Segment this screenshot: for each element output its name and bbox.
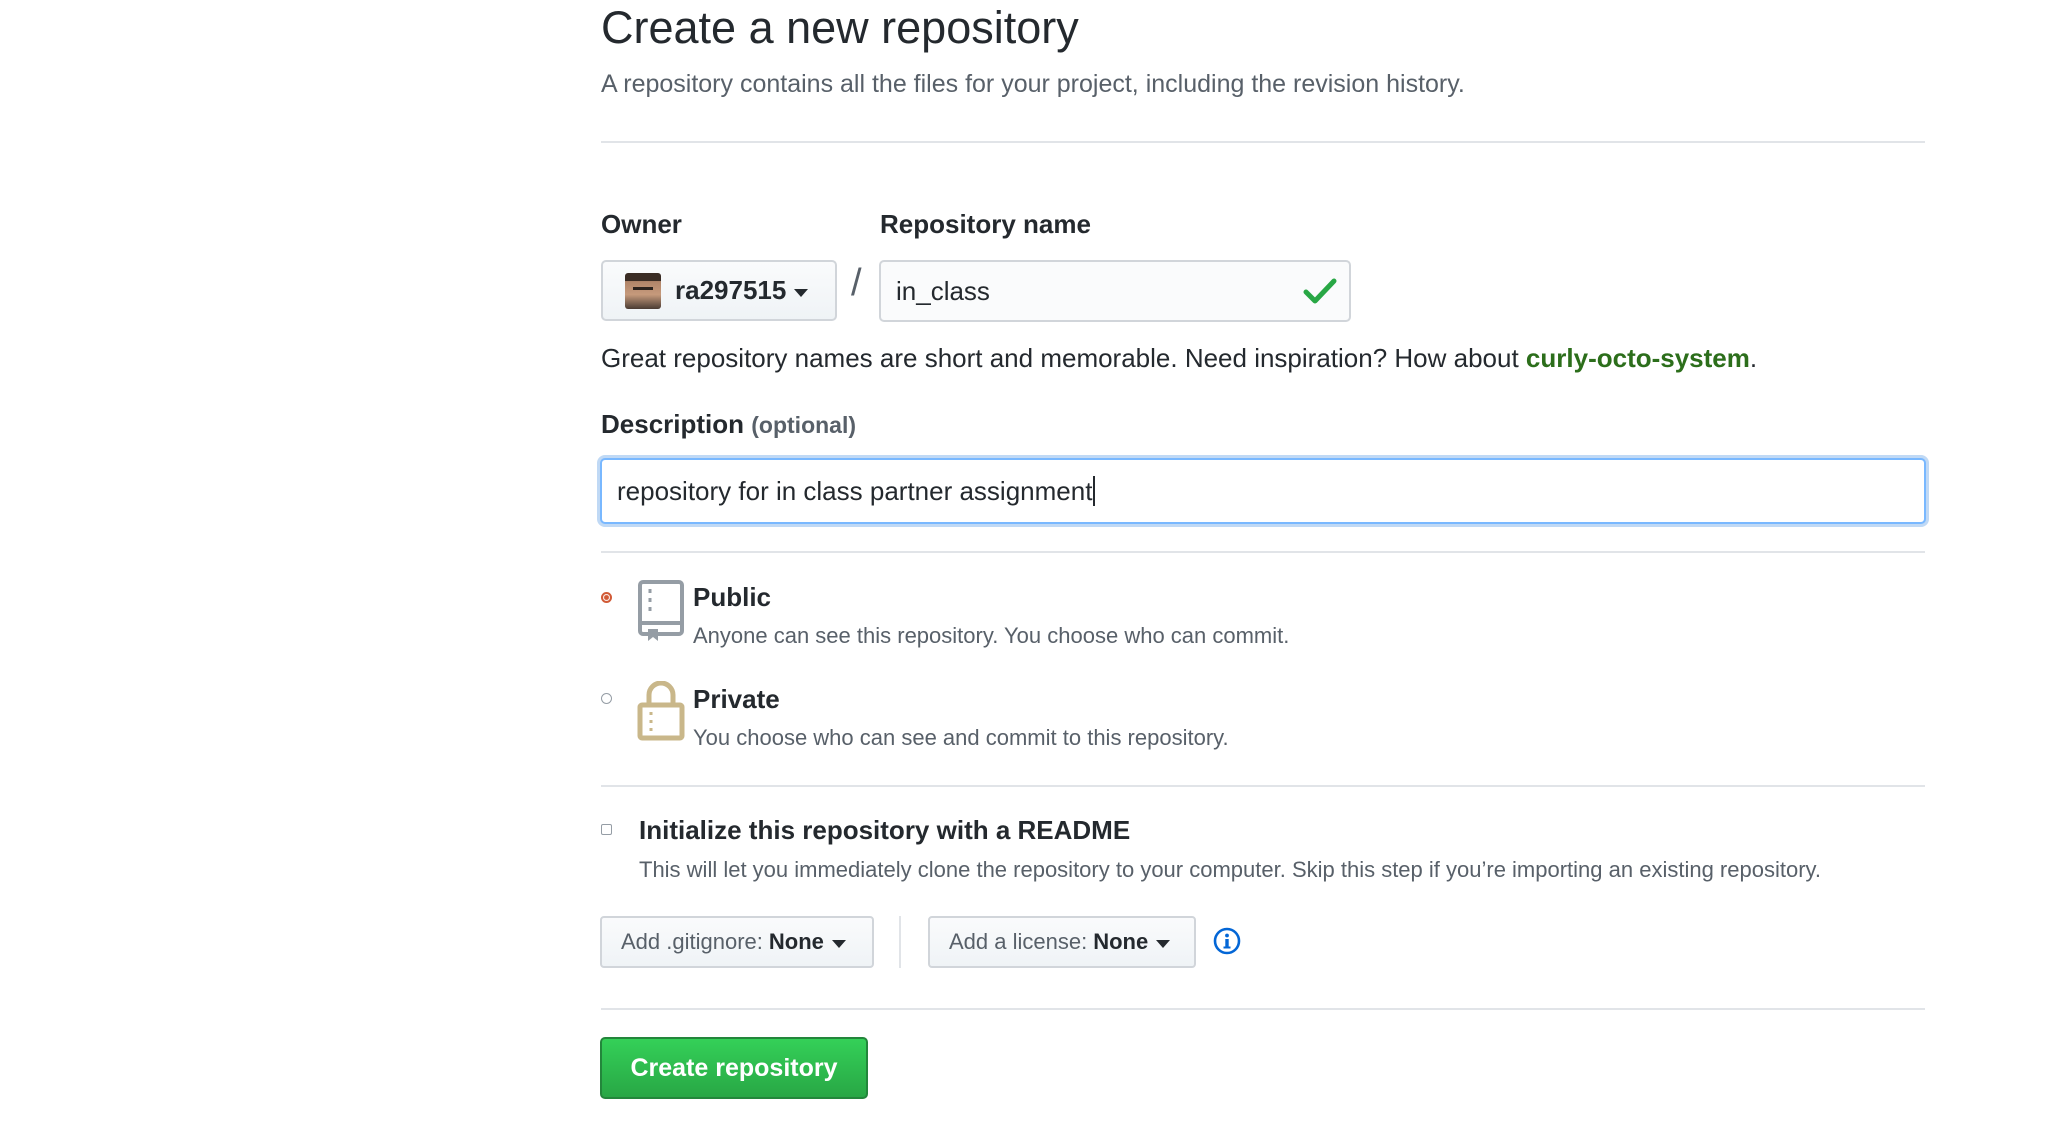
owner-name: ra297515 — [675, 275, 787, 305]
description-value: repository for in class partner assignme… — [617, 475, 1093, 506]
chevron-down-icon — [831, 940, 846, 948]
readme-checkbox[interactable] — [601, 824, 612, 835]
page-subtitle: A repository contains all the files for … — [601, 70, 1465, 98]
description-input[interactable]: repository for in class partner assignme… — [600, 458, 1926, 524]
divider — [601, 551, 1925, 553]
create-repository-button[interactable]: Create repository — [600, 1037, 868, 1099]
description-label: Description (optional) — [601, 409, 856, 440]
license-prefix: Add a license: — [949, 929, 1088, 954]
text-cursor — [1093, 476, 1096, 506]
divider — [601, 141, 1925, 143]
owner-repo-separator: / — [851, 262, 862, 304]
repository-name-input[interactable]: in_class — [879, 260, 1351, 322]
avatar — [625, 272, 661, 309]
gitignore-select[interactable]: Add .gitignore: None — [600, 916, 874, 968]
license-select[interactable]: Add a license: None — [928, 916, 1196, 968]
chevron-down-icon — [1156, 940, 1171, 948]
name-hint: Great repository names are short and mem… — [601, 343, 1757, 374]
chevron-down-icon — [794, 288, 809, 297]
owner-label: Owner — [601, 209, 682, 239]
license-value: None — [1093, 929, 1149, 954]
lock-icon — [637, 681, 685, 741]
readme-title: Initialize this repository with a README — [639, 815, 1131, 845]
gitignore-value: None — [768, 929, 824, 954]
info-icon[interactable] — [1213, 927, 1241, 955]
check-icon — [1303, 278, 1337, 304]
optional-tag: (optional) — [751, 412, 857, 438]
public-radio[interactable] — [601, 592, 612, 603]
repository-name-label: Repository name — [880, 209, 1091, 239]
select-divider — [899, 916, 901, 968]
divider — [601, 785, 1925, 787]
description-label-text: Description — [601, 409, 745, 439]
public-title: Public — [693, 582, 772, 612]
private-title: Private — [693, 684, 780, 714]
page-title: Create a new repository — [601, 2, 1079, 53]
hint-suffix: . — [1749, 343, 1758, 373]
name-suggestion-link[interactable]: curly-octo-system — [1526, 343, 1750, 373]
hint-text: Great repository names are short and mem… — [601, 343, 1526, 373]
readme-description: This will let you immediately clone the … — [639, 857, 1821, 882]
private-description: You choose who can see and commit to thi… — [693, 725, 1229, 750]
repo-icon — [638, 580, 684, 641]
private-radio[interactable] — [601, 693, 612, 704]
gitignore-prefix: Add .gitignore: — [621, 929, 763, 954]
divider — [601, 1008, 1925, 1010]
public-description: Anyone can see this repository. You choo… — [693, 623, 1290, 648]
repository-name-value: in_class — [896, 275, 990, 306]
owner-select[interactable]: ra297515 — [601, 260, 837, 321]
